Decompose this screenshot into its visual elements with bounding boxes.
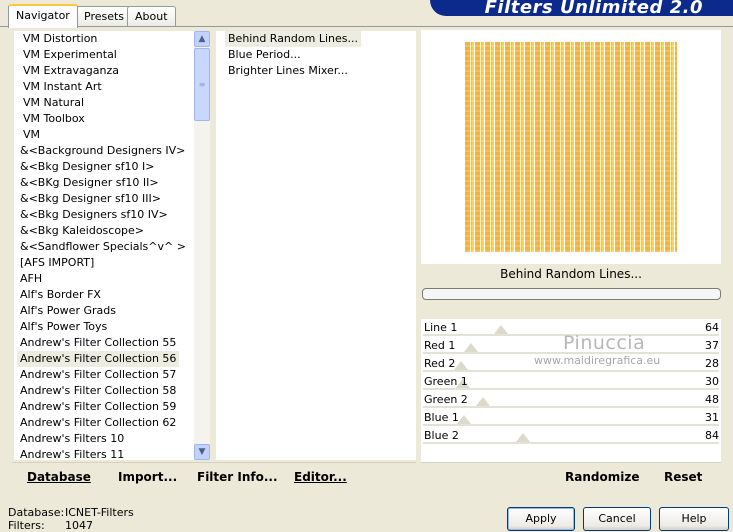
category-item[interactable]: &<Bkg Designers sf10 IV>	[17, 207, 171, 223]
filter-info-button[interactable]: Filter Info...	[197, 470, 278, 484]
filters-count-value: 1047	[65, 519, 93, 532]
database-label: Database:	[8, 506, 65, 519]
reset-button[interactable]: Reset	[664, 470, 702, 484]
help-button[interactable]: Help	[659, 507, 729, 531]
filter-item[interactable]: Brighter Lines Mixer...	[225, 63, 351, 79]
slider-thumb[interactable]	[493, 325, 508, 334]
slider-label: Line 1	[424, 321, 458, 334]
slider-value: 31	[705, 411, 719, 424]
category-item[interactable]: Alf's Power Grads	[17, 303, 119, 319]
category-item[interactable]: Andrew's Filter Collection 62	[17, 415, 179, 431]
category-item[interactable]: Andrew's Filters 11	[17, 447, 127, 460]
filter-item[interactable]: Behind Random Lines...	[225, 31, 361, 47]
slider-label: Green 2	[424, 393, 468, 406]
slider-row[interactable]: Green 1 30	[421, 373, 721, 391]
slider-track[interactable]	[423, 424, 719, 426]
slider-label: Blue 2	[424, 429, 459, 442]
category-item[interactable]: VM Experimental	[20, 47, 120, 63]
category-item[interactable]: Alf's Border FX	[17, 287, 104, 303]
tab-presets[interactable]: Presets	[76, 6, 133, 26]
category-item[interactable]: Andrew's Filter Collection 55	[17, 335, 179, 351]
slider-row[interactable]: Blue 2 84	[421, 427, 721, 445]
filter-item[interactable]: Blue Period...	[225, 47, 304, 63]
slider-track[interactable]	[423, 370, 719, 372]
category-item[interactable]: VM Extravaganza	[20, 63, 122, 79]
slider-label: Green 1	[424, 375, 468, 388]
category-item[interactable]: Andrew's Filter Collection 58	[17, 383, 179, 399]
randomize-button[interactable]: Randomize	[565, 470, 639, 484]
database-value: ICNET-Filters	[65, 506, 134, 519]
category-item[interactable]: Andrew's Filter Collection 56	[17, 351, 180, 367]
tab-about[interactable]: About	[127, 6, 176, 26]
editor-button[interactable]: Editor...	[294, 470, 347, 484]
slider-value: 37	[705, 339, 719, 352]
category-item[interactable]: Alf's Power Toys	[17, 319, 110, 335]
slider-track[interactable]	[423, 406, 719, 408]
watermark-site: www.maidiregrafica.eu	[534, 354, 661, 367]
category-list[interactable]: VM Distortion VM Experimental VM Extravaga…	[14, 31, 194, 460]
slider-label: Red 2	[424, 357, 456, 370]
slider-track[interactable]	[423, 442, 719, 444]
category-item[interactable]: VM Natural	[20, 95, 87, 111]
category-item[interactable]: Andrew's Filter Collection 59	[17, 399, 179, 415]
slider-thumb[interactable]	[457, 415, 472, 424]
preview-image[interactable]	[465, 42, 677, 252]
category-item[interactable]: &<Sandflower Specials^v^ >	[17, 239, 189, 255]
category-item[interactable]: Andrew's Filter Collection 57	[17, 367, 179, 383]
category-item[interactable]: VM Instant Art	[20, 79, 105, 95]
category-item[interactable]: VM Toolbox	[20, 111, 88, 127]
slider-row[interactable]: Blue 1 31	[421, 409, 721, 427]
category-item[interactable]: &<Background Designers IV>	[17, 143, 188, 159]
tab-panel-border	[0, 26, 733, 27]
category-item[interactable]: AFH	[17, 271, 45, 287]
slider-value: 84	[705, 429, 719, 442]
category-item[interactable]: &<Bkg Kaleidoscope>	[17, 223, 147, 239]
chevron-down-icon[interactable]: ▼	[194, 444, 210, 460]
slider-value: 28	[705, 357, 719, 370]
database-button[interactable]: Database	[27, 470, 91, 484]
progress-bar	[422, 288, 721, 300]
apply-button[interactable]: Apply	[507, 507, 575, 531]
slider-label: Blue 1	[424, 411, 459, 424]
slider-row[interactable]: Green 2 48	[421, 391, 721, 409]
category-item[interactable]: Andrew's Filters 10	[17, 431, 127, 447]
slider-thumb[interactable]	[453, 361, 468, 370]
slider-thumb[interactable]	[463, 343, 478, 352]
app-banner: Filters Unlimited 2.0	[430, 0, 733, 16]
slider-track[interactable]	[423, 388, 719, 390]
chevron-up-icon[interactable]: ▲	[194, 31, 210, 47]
filters-count-label: Filters:	[8, 519, 45, 532]
cancel-button[interactable]: Cancel	[583, 507, 651, 531]
watermark-name: Pinuccia	[563, 332, 646, 354]
category-item[interactable]: &<BKg Designer sf10 II>	[17, 175, 162, 191]
slider-value: 30	[705, 375, 719, 388]
slider-value: 64	[705, 321, 719, 334]
import-button[interactable]: Import...	[118, 470, 177, 484]
slider-thumb[interactable]	[476, 397, 491, 406]
banner-title: Filters Unlimited 2.0	[484, 0, 703, 16]
filter-list[interactable]: Behind Random Lines... Blue Period... Brig…	[216, 31, 416, 460]
slider-value: 48	[705, 393, 719, 406]
filter-title: Behind Random Lines...	[500, 267, 642, 281]
tab-navigator[interactable]: Navigator	[8, 4, 78, 28]
category-item[interactable]: &<Bkg Designer sf10 I>	[17, 159, 158, 175]
category-item[interactable]: &<Bkg Designer sf10 III>	[17, 191, 164, 207]
category-item[interactable]: VM Distortion	[20, 31, 100, 47]
category-item[interactable]: VM	[20, 127, 43, 143]
category-item[interactable]: [AFS IMPORT]	[17, 255, 97, 271]
slider-thumb[interactable]	[515, 433, 530, 442]
slider-label: Red 1	[424, 339, 456, 352]
scrollbar-thumb[interactable]: ≡	[194, 48, 210, 121]
